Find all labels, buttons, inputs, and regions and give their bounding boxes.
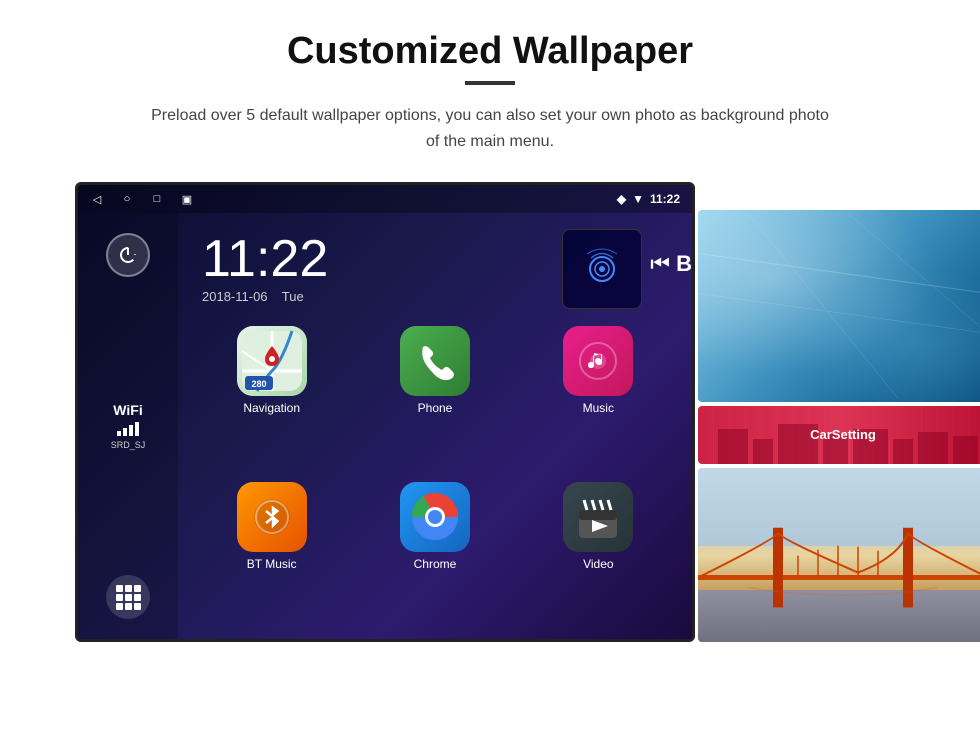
wifi-bar-2 — [123, 428, 127, 436]
status-right: ◆ ▼ 11:22 — [617, 192, 680, 206]
power-button[interactable] — [106, 233, 150, 277]
app-phone[interactable]: Phone — [357, 326, 512, 474]
home-icon[interactable]: ○ — [120, 192, 134, 206]
video-label: Video — [583, 557, 613, 571]
wallpaper-ice[interactable] — [698, 210, 980, 402]
status-bar: ◁ ○ □ ▣ ◆ ▼ 11:22 — [78, 185, 692, 213]
wallpaper-panel: CarSetting — [698, 210, 980, 642]
navigation-label: Navigation — [243, 401, 300, 415]
bluetooth-icon[interactable]: B — [676, 251, 692, 277]
radio-icon — [562, 229, 642, 309]
grid-dots — [116, 585, 141, 610]
apps-grid-button[interactable] — [106, 575, 150, 619]
back-icon[interactable]: ◁ — [90, 192, 104, 206]
btmusic-icon — [237, 482, 307, 552]
device-container: ◁ ○ □ ▣ ◆ ▼ 11:22 — [75, 182, 905, 642]
status-left: ◁ ○ □ ▣ — [90, 192, 194, 206]
title-divider — [465, 81, 515, 85]
chrome-icon — [400, 482, 470, 552]
prev-track-icon[interactable]: ⏮ — [650, 251, 670, 277]
chrome-label: Chrome — [414, 557, 457, 571]
carsetting-label: CarSetting — [810, 427, 876, 442]
phone-icon — [400, 326, 470, 396]
music-icon — [563, 326, 633, 396]
btmusic-label: BT Music — [247, 557, 297, 571]
wifi-label: WiFi — [111, 402, 146, 418]
page-wrapper: Customized Wallpaper Preload over 5 defa… — [0, 0, 980, 749]
clock-area: 11:22 2018-11-06 Tue — [186, 221, 344, 312]
wallpaper-bridge[interactable] — [698, 468, 980, 642]
wifi-bar-1 — [117, 431, 121, 436]
clock-row: 11:22 2018-11-06 Tue — [178, 213, 692, 316]
wifi-bar-3 — [129, 425, 133, 436]
screen-content: WiFi SRD_SJ — [78, 213, 692, 639]
svg-text:280: 280 — [251, 379, 266, 389]
sidebar: WiFi SRD_SJ — [78, 213, 178, 639]
clock-date: 2018-11-06 Tue — [202, 289, 328, 304]
navigation-icon: 280 — [237, 326, 307, 396]
music-label: Music — [583, 401, 614, 415]
app-navigation[interactable]: 280 Navigation — [194, 326, 349, 474]
media-controls: ⏮ B — [650, 251, 692, 277]
location-icon: ◆ — [617, 192, 626, 206]
wifi-ssid: SRD_SJ — [111, 440, 146, 450]
time-display: 11:22 — [650, 192, 680, 206]
video-icon — [563, 482, 633, 552]
apps-grid: 280 Navigation — [178, 316, 692, 639]
signal-icon: ▼ — [632, 192, 644, 206]
app-music[interactable]: Music — [521, 326, 676, 474]
app-btmusic[interactable]: BT Music — [194, 482, 349, 630]
wifi-bar-4 — [135, 422, 139, 436]
screenshot-icon[interactable]: ▣ — [180, 192, 194, 206]
recents-icon[interactable]: □ — [150, 192, 164, 206]
page-title: Customized Wallpaper — [287, 30, 693, 73]
wifi-bars — [111, 422, 146, 436]
wifi-widget: WiFi SRD_SJ — [111, 402, 146, 450]
app-video[interactable]: Video — [521, 482, 676, 630]
app-chrome[interactable]: Chrome — [357, 482, 512, 630]
phone-label: Phone — [418, 401, 453, 415]
carsetting-wallpaper[interactable]: CarSetting — [698, 406, 980, 464]
page-subtitle: Preload over 5 default wallpaper options… — [150, 103, 830, 154]
android-screen: ◁ ○ □ ▣ ◆ ▼ 11:22 — [75, 182, 695, 642]
center-content: 11:22 2018-11-06 Tue — [178, 213, 692, 639]
radio-widget — [562, 229, 642, 309]
clock-time: 11:22 — [202, 233, 328, 285]
